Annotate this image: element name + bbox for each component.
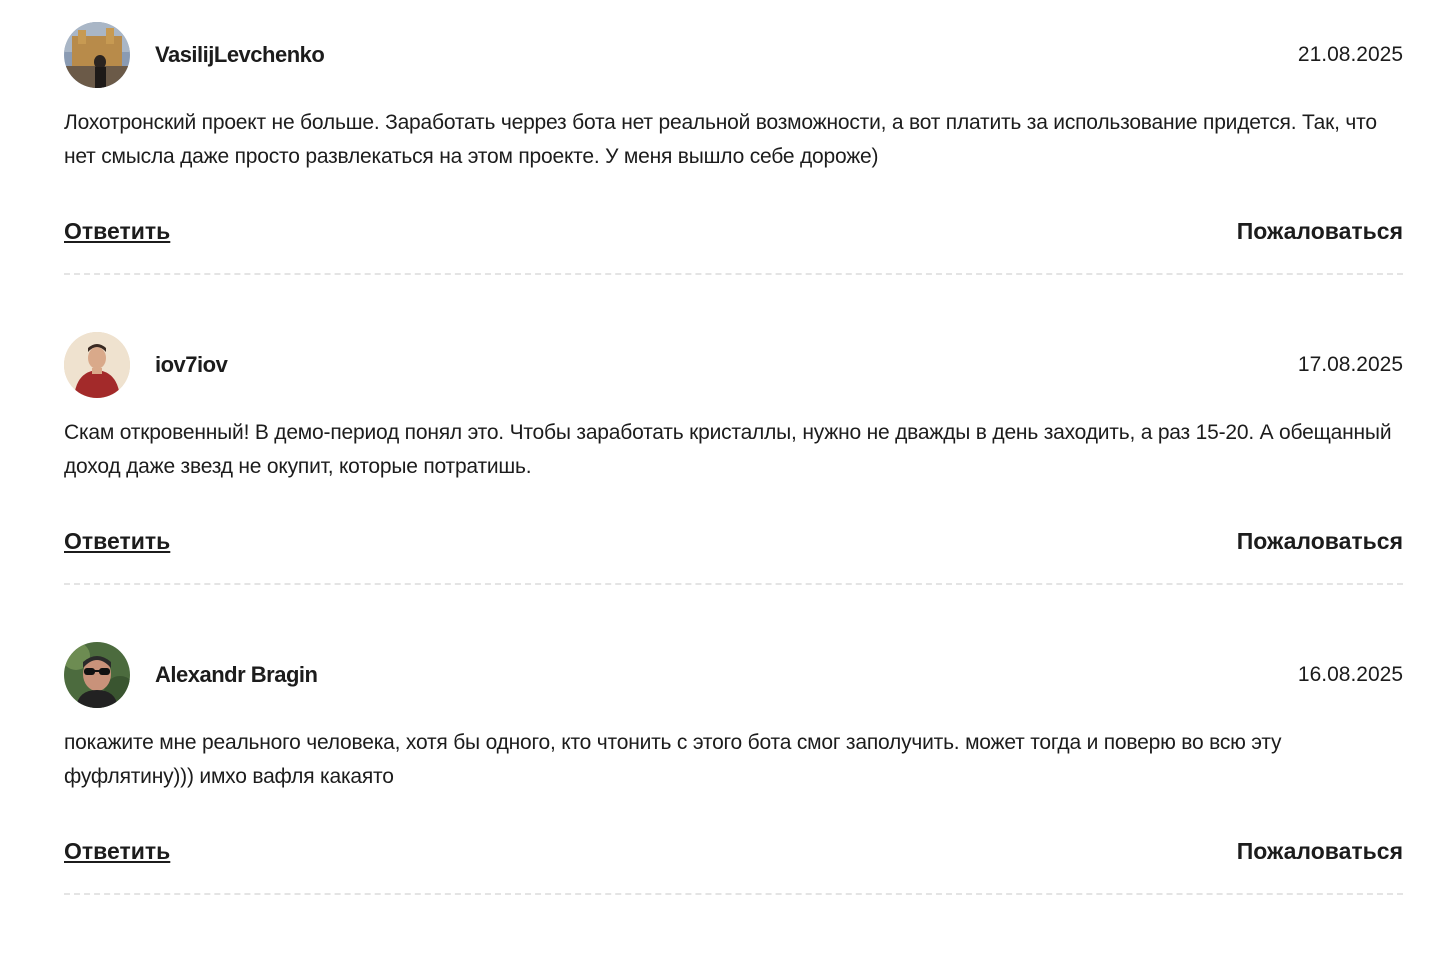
comment-date: 17.08.2025 [1297,353,1403,376]
comments-list: VasilijLevchenko 21.08.2025 Лохотронский… [0,0,1441,954]
avatar [64,642,130,708]
comment-header: iov7iov 17.08.2025 [64,332,1403,398]
comment-author: Alexandr Bragin [155,662,318,687]
comment-header: Alexandr Bragin 16.08.2025 [64,642,1403,708]
comment-item: Alexandr Bragin 16.08.2025 покажите мне … [64,642,1403,896]
comment-item: iov7iov 17.08.2025 Скам откровенный! В д… [64,332,1403,586]
comment-divider [64,273,1403,275]
comment-author: VasilijLevchenko [155,42,325,67]
report-link[interactable]: Пожаловаться [1237,218,1403,245]
comment-header: VasilijLevchenko 21.08.2025 [64,22,1403,88]
report-link[interactable]: Пожаловаться [1237,528,1403,555]
comment-date: 21.08.2025 [1297,43,1403,66]
comment-author: iov7iov [155,352,228,377]
comment-divider [64,583,1403,585]
avatar-photo-icon [64,642,130,708]
comment-text: Скам откровенный! В демо-период понял эт… [64,421,1392,478]
comment-date: 16.08.2025 [1297,663,1403,686]
comment-text: Лохотронский проект не больше. Заработат… [64,111,1377,168]
avatar [64,22,130,88]
reply-link[interactable]: Ответить [64,838,170,865]
avatar [64,332,130,398]
avatar-photo-icon [64,332,130,398]
report-link[interactable]: Пожаловаться [1237,838,1403,865]
reply-link[interactable]: Ответить [64,218,170,245]
comment-text: покажите мне реального человека, хотя бы… [64,731,1282,788]
reply-link[interactable]: Ответить [64,528,170,555]
comment-item: VasilijLevchenko 21.08.2025 Лохотронский… [64,22,1403,276]
avatar-photo-icon [64,22,130,88]
comment-divider [64,893,1403,895]
